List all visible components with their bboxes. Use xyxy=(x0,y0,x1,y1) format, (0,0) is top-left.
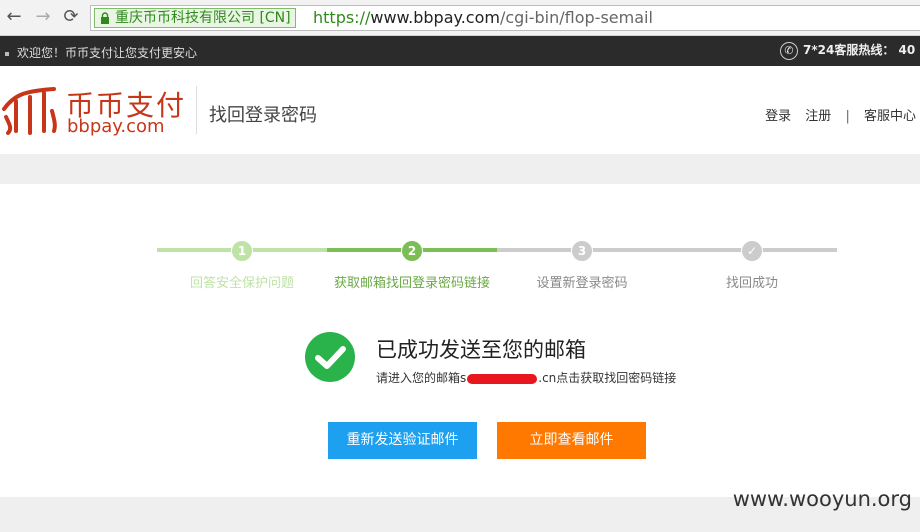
register-link[interactable]: 注册 xyxy=(805,109,831,124)
redacted-email-mask xyxy=(467,373,538,384)
header-band xyxy=(0,154,920,184)
ev-certificate-label: 重庆币币科技有限公司 [CN] xyxy=(115,10,291,26)
header-links: 登录 注册 | 客服中心 xyxy=(755,105,916,124)
reload-icon[interactable]: ⟳ xyxy=(61,6,81,28)
links-separator: | xyxy=(845,109,850,124)
watermark: www.wooyun.org xyxy=(732,487,912,511)
ev-certificate-badge[interactable]: 重庆币币科技有限公司 [CN] xyxy=(94,8,296,28)
site-topbar: 欢迎您！币币支付让您支付更安心 ✆ 7*24客服热线： 40 xyxy=(0,36,920,66)
bbpay-logo-icon[interactable] xyxy=(0,81,58,137)
success-description: 请进入您的邮箱s .cn点击获取找回密码链接 xyxy=(376,369,676,386)
welcome-text: 欢迎您！币币支付让您支付更安心 xyxy=(17,46,198,60)
url-text[interactable]: https://www.bbpay.com/cgi-bin/flop-semai… xyxy=(313,8,653,28)
desc-suffix: .cn点击获取找回密码链接 xyxy=(538,371,677,385)
step-3-number: 3 xyxy=(571,240,593,262)
success-title: 已成功发送至您的邮箱 xyxy=(376,338,586,362)
browser-toolbar: ← → ⟳ 重庆币币科技有限公司 [CN] https://www.bbpay.… xyxy=(0,0,920,36)
back-icon[interactable]: ← xyxy=(4,6,24,28)
step-1-number: 1 xyxy=(231,240,253,262)
site-header: 币币支付 bbpay.com 找回登录密码 登录 注册 | 客服中心 xyxy=(0,66,920,154)
step-2-label: 获取邮箱找回登录密码链接 xyxy=(333,276,490,291)
step-2-number: 2 xyxy=(401,240,423,262)
hotline-text: 7*24客服热线： 40 xyxy=(803,43,916,57)
address-bar[interactable]: 重庆币币科技有限公司 [CN] https://www.bbpay.com/cg… xyxy=(90,5,920,31)
resend-email-button[interactable]: 重新发送验证邮件 xyxy=(328,422,477,459)
logo-domain: bbpay.com xyxy=(67,116,165,137)
phone-icon: ✆ xyxy=(780,41,798,60)
url-scheme: https:// xyxy=(313,8,371,27)
url-path: /cgi-bin/flop-semail xyxy=(499,8,653,27)
welcome-message: 欢迎您！币币支付让您支付更安心 xyxy=(5,44,197,61)
login-link[interactable]: 登录 xyxy=(765,109,791,124)
page-title: 找回登录密码 xyxy=(209,105,317,126)
desc-prefix: 请进入您的邮箱s xyxy=(376,371,467,385)
url-host: www.bbpay.com xyxy=(370,8,500,27)
forward-icon[interactable]: → xyxy=(33,6,53,28)
step-progress: 1 2 3 ✓ 回答安全保护问题 获取邮箱找回登录密码链接 设置新登录密码 找回… xyxy=(0,184,920,304)
service-hotline: ✆ 7*24客服热线： 40 xyxy=(780,41,915,60)
step-3-label: 设置新登录密码 xyxy=(536,276,628,291)
bullet-icon xyxy=(5,51,9,56)
success-check-icon xyxy=(305,332,355,382)
step-1-label: 回答安全保护问题 xyxy=(189,276,294,291)
step-complete-check-icon: ✓ xyxy=(741,240,763,262)
view-email-button[interactable]: 立即查看邮件 xyxy=(497,422,646,459)
customer-service-link[interactable]: 客服中心 xyxy=(864,109,916,124)
step-4-label: 找回成功 xyxy=(725,276,778,291)
header-divider xyxy=(196,86,197,134)
lock-icon xyxy=(101,12,109,24)
